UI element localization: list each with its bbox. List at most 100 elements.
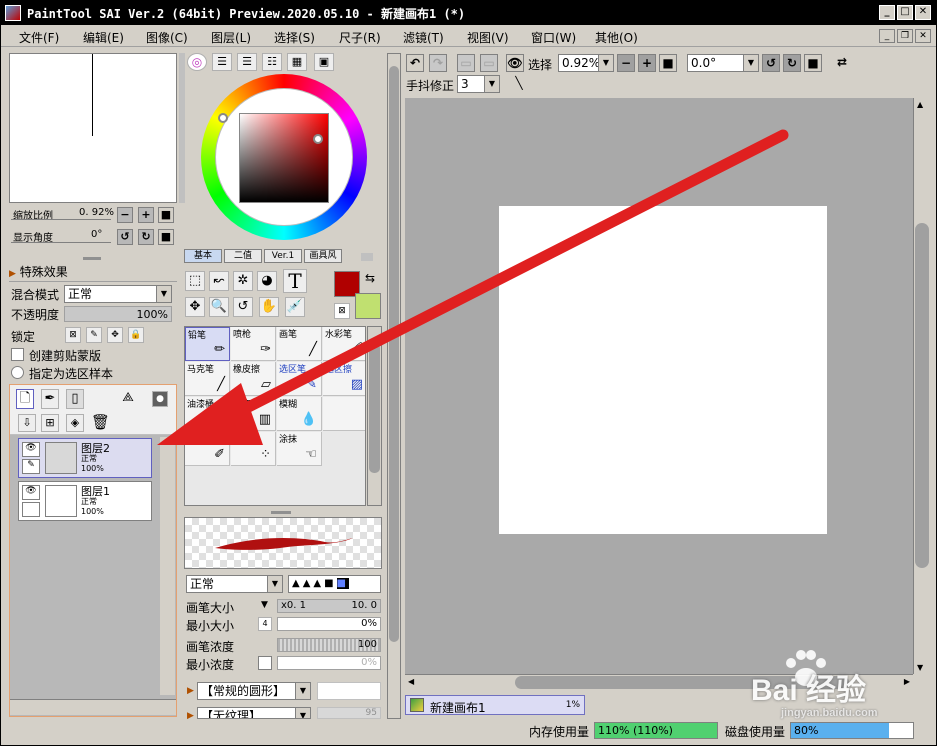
size-dropdown-icon[interactable]: ▼ (261, 600, 268, 610)
angle-select[interactable]: 0.0° ▼ (687, 54, 759, 72)
brush-gradient[interactable]: 渐变 ▥ (231, 397, 276, 431)
brush-selpen[interactable]: 选区笔 ✎ (277, 362, 322, 396)
hand-icon[interactable]: ✋ (259, 297, 279, 317)
rotate-icon[interactable]: ↺ (233, 297, 253, 317)
brush-tip-shapes[interactable]: ▲▲▲■■ (288, 575, 381, 593)
undo-icon[interactable]: ↶ (406, 54, 424, 72)
tool-panel-scroll-thumb[interactable] (389, 66, 399, 642)
min-density-checkbox[interactable] (258, 656, 272, 670)
rect-select-icon[interactable]: ⬚ (185, 271, 205, 291)
canvas-zoom-out-icon[interactable]: − (617, 54, 635, 72)
menu-filter[interactable]: 滤镜(T) (403, 29, 444, 46)
brush-eraser[interactable]: 橡皮擦 ▱ (231, 362, 276, 396)
maximize-icon[interactable]: □ (897, 5, 913, 20)
sv-handle-icon[interactable] (313, 134, 323, 144)
menu-window[interactable]: 窗口(W) (531, 29, 576, 46)
layer-scrollbar[interactable] (160, 437, 175, 695)
zoom-slider[interactable] (11, 219, 111, 220)
redo-icon[interactable]: ↷ (429, 54, 447, 72)
pencil-edit-icon[interactable]: ✎ (22, 459, 40, 474)
magic-wand-icon[interactable]: ✲ (233, 271, 253, 291)
invert-selection-icon[interactable]: ▭ (480, 54, 498, 72)
brush-pencil[interactable]: 铅笔 ✏ (185, 327, 230, 361)
brush-smudge[interactable]: 涂抹 ☜ (277, 432, 322, 466)
menu-select[interactable]: 选择(S) (274, 29, 315, 46)
zoom-out-icon[interactable]: − (117, 207, 133, 223)
swap-colors-icon[interactable]: ⇆ (365, 271, 375, 285)
document-tab[interactable]: 新建画布1 1% (405, 695, 585, 715)
title-bar[interactable]: PaintTool SAI Ver.2 (64bit) Preview.2020… (1, 1, 936, 25)
lasso-icon[interactable]: ↜ (209, 271, 229, 291)
new-pen-layer-icon[interactable]: ✒ (41, 389, 59, 409)
brush-scatter[interactable]: 散布 ⁘ (231, 432, 276, 466)
size-slider[interactable]: x0. 1 10. 0 (277, 599, 381, 613)
effects-header[interactable]: ▶ 特殊效果 (9, 263, 68, 280)
layer-hscrollbar[interactable] (10, 699, 176, 715)
lock-move-icon[interactable]: ✥ (107, 327, 123, 343)
deselect-icon[interactable]: ▭ (457, 54, 475, 72)
shape-strength[interactable] (317, 682, 381, 700)
brush-empty[interactable] (323, 397, 365, 431)
color-mode-ver1[interactable]: Ver.1 (264, 249, 302, 263)
brush-blur[interactable]: 模糊 💧 (277, 397, 322, 431)
shape-icon[interactable]: ◕ (257, 271, 277, 291)
scroll-up-icon[interactable]: ▲ (917, 100, 923, 109)
brush-scroll-thumb[interactable] (369, 343, 380, 473)
zoom-in-icon[interactable]: + (138, 207, 154, 223)
navigator-scrollbar[interactable] (179, 53, 185, 203)
layer-record-icon[interactable]: ● (152, 391, 168, 407)
swatch-list-tab-icon[interactable]: ☷ (262, 53, 282, 71)
navigator-preview[interactable] (9, 53, 177, 203)
new-folder-icon[interactable]: ▯ (66, 389, 84, 409)
brush-grid-scrollbar[interactable] (367, 326, 382, 506)
shape-select[interactable]: 【常规的圆形】 ▼ (197, 682, 311, 700)
canvas-rotate-right-icon[interactable]: ↻ (783, 54, 801, 72)
saturation-value-square[interactable] (239, 113, 329, 203)
layer-mask-icon[interactable]: ⟁ (116, 389, 140, 409)
eye-toggle-icon[interactable]: 👁 (506, 54, 524, 72)
lock-transparency-icon[interactable]: ⊠ (65, 327, 81, 343)
sample-radio[interactable] (11, 366, 24, 379)
zoom-reset-icon[interactable]: ■ (158, 207, 174, 223)
brush-watercolor[interactable]: 水彩笔 🖌 (323, 327, 365, 361)
color-mode-basic[interactable]: 基本 (184, 249, 222, 263)
menu-file[interactable]: 文件(F) (19, 29, 59, 46)
merge-down-icon[interactable]: ⇩ (18, 414, 36, 432)
eye-icon[interactable]: 👁 (22, 485, 40, 500)
expand-arrow-icon[interactable]: ▶ (187, 686, 194, 696)
clear-layer-icon[interactable]: ◈ (66, 414, 84, 432)
canvas-zoom-in-icon[interactable]: + (638, 54, 656, 72)
color-panel-grip-icon[interactable] (361, 253, 373, 261)
hsv-slider-tab-icon[interactable]: ☰ (237, 53, 257, 71)
rotate-left-icon[interactable]: ↺ (117, 229, 133, 245)
layer-row-2[interactable]: 👁 ✎ 图层2 正常 100% (18, 438, 152, 478)
lock-all-icon[interactable]: 🔒 (128, 327, 144, 343)
blend-mode-select[interactable]: 正常 ▼ (64, 285, 172, 303)
canvas-zoom-reset-icon[interactable]: ■ (659, 54, 677, 72)
flip-horizontal-icon[interactable]: ⇄ (833, 54, 851, 72)
min-size-slider[interactable]: 0% (277, 617, 381, 631)
canvas-rotate-left-icon[interactable]: ↺ (762, 54, 780, 72)
canvas-vscroll-thumb[interactable] (915, 223, 929, 568)
minimize-icon[interactable]: _ (879, 5, 895, 20)
tool-panel-scrollbar[interactable] (387, 53, 401, 719)
layer-row-1[interactable]: 👁 图层1 正常 100% (18, 481, 152, 521)
color-mode-paint[interactable]: 画具风 (304, 249, 342, 263)
brush-brush[interactable]: 画笔 ╱ (277, 327, 322, 361)
opacity-slider[interactable]: 100% (64, 306, 172, 322)
brush-marker[interactable]: 马克笔 ╱ (185, 362, 230, 396)
eye-icon[interactable]: 👁 (22, 442, 40, 457)
menu-layer[interactable]: 图层(L) (211, 29, 251, 46)
brush-panel-splitter-icon[interactable] (271, 511, 291, 514)
secondary-color-swatch[interactable] (355, 293, 381, 319)
mdi-restore-icon[interactable]: ❐ (897, 29, 913, 43)
angle-slider[interactable] (11, 242, 111, 243)
delete-layer-icon[interactable]: 🗑 (91, 414, 110, 432)
menu-ruler[interactable]: 尺子(R) (339, 29, 381, 46)
layer-edit-slot[interactable] (22, 502, 40, 517)
pressure-size-icon[interactable]: 4 (258, 617, 272, 631)
mdi-minimize-icon[interactable]: _ (879, 29, 895, 43)
scroll-left-icon[interactable]: ◀ (408, 677, 414, 686)
zoom-icon[interactable]: 🔍 (209, 297, 229, 317)
density-slider[interactable]: 100 (277, 638, 381, 652)
